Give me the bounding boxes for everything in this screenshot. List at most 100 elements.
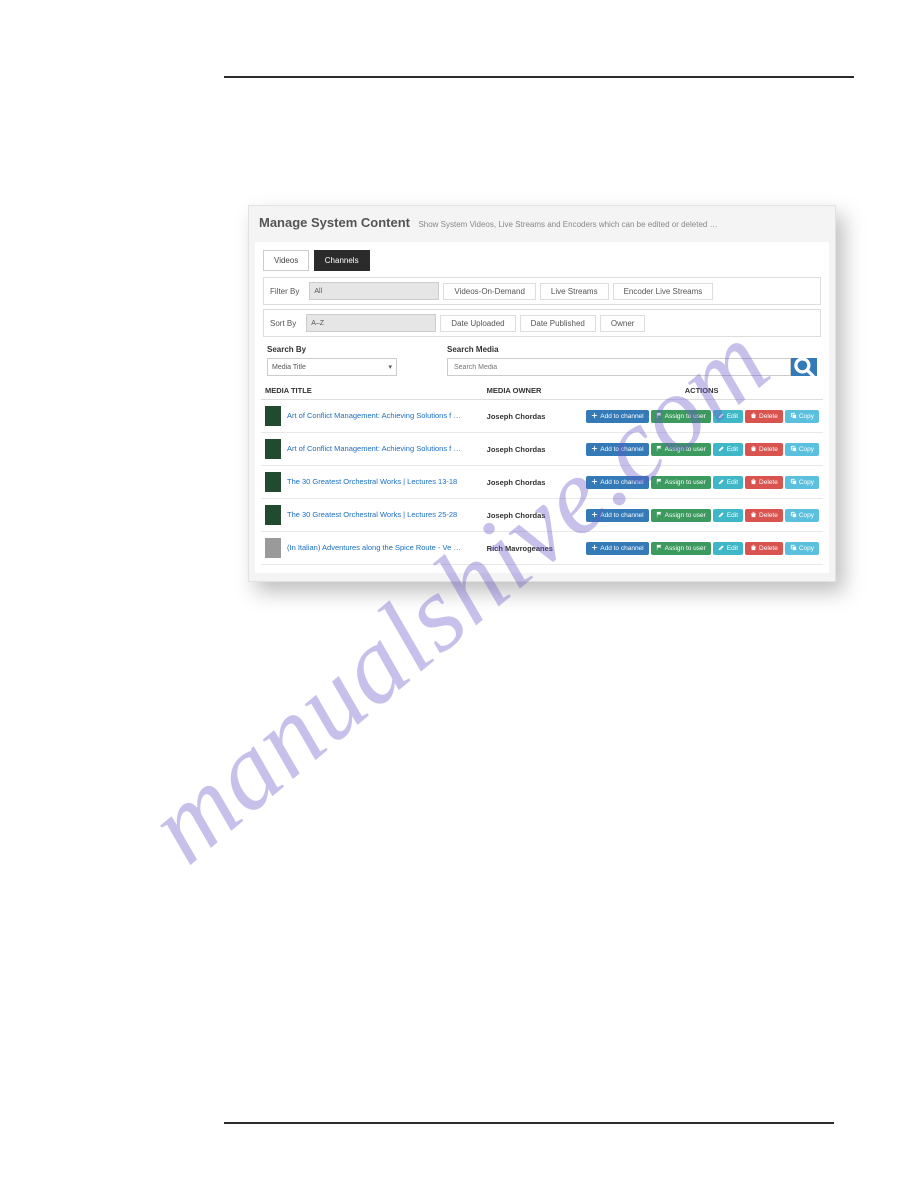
assign-to-user-button[interactable]: Assign to user [651,410,711,423]
sort-owner[interactable]: Owner [600,315,646,332]
flag-icon [656,412,663,421]
table-row: Art of Conflict Management: Achieving So… [261,433,823,466]
copy-icon [790,412,797,421]
delete-button[interactable]: Delete [745,476,783,489]
search-media-label: Search Media [447,345,817,354]
add-to-channel-button[interactable]: Add to channel [586,509,648,522]
add-to-channel-button[interactable]: Add to channel [586,476,648,489]
panel-title: Manage System Content [259,215,410,230]
copy-button[interactable]: Copy [785,410,819,423]
assign-to-user-button[interactable]: Assign to user [651,476,711,489]
content-screenshot: Manage System Content Show System Videos… [248,205,860,582]
copy-button[interactable]: Copy [785,509,819,522]
edit-button[interactable]: Edit [713,410,743,423]
media-thumbnail [265,406,281,426]
add-to-channel-button[interactable]: Add to channel [586,443,648,456]
filter-encoder[interactable]: Encoder Live Streams [613,283,714,300]
filter-by-label: Filter By [270,287,299,296]
media-owner: Joseph Chordas [483,400,581,433]
page-bottom-rule [224,1122,834,1124]
media-title-link[interactable]: The 30 Greatest Orchestral Works | Lectu… [287,510,457,519]
media-owner: Joseph Chordas [483,466,581,499]
panel-subtitle: Show System Videos, Live Streams and Enc… [418,220,717,229]
filter-live[interactable]: Live Streams [540,283,609,300]
table-row: Art of Conflict Management: Achieving So… [261,400,823,433]
assign-to-user-button[interactable]: Assign to user [651,443,711,456]
edit-button[interactable]: Edit [713,509,743,522]
copy-button[interactable]: Copy [785,443,819,456]
copy-button[interactable]: Copy [785,476,819,489]
flag-icon [656,544,663,553]
trash-icon [750,544,757,553]
edit-button[interactable]: Edit [713,443,743,456]
media-title-link[interactable]: Art of Conflict Management: Achieving So… [287,444,461,453]
media-owner: Joseph Chordas [483,499,581,532]
plus-icon [591,412,598,421]
add-to-channel-button[interactable]: Add to channel [586,410,648,423]
media-table: MEDIA TITLE MEDIA OWNER ACTIONS Art of C… [261,382,823,565]
filter-all[interactable]: All [309,282,439,300]
sort-date-uploaded[interactable]: Date Uploaded [440,315,515,332]
search-button[interactable] [791,358,817,376]
search-input[interactable] [447,358,791,376]
flag-icon [656,511,663,520]
trash-icon [750,511,757,520]
table-row: (In Italian) Adventures along the Spice … [261,532,823,565]
assign-to-user-button[interactable]: Assign to user [651,542,711,555]
flag-icon [656,445,663,454]
copy-icon [790,478,797,487]
copy-button[interactable]: Copy [785,542,819,555]
page-top-rule [224,76,854,78]
plus-icon [591,445,598,454]
media-title-link[interactable]: The 30 Greatest Orchestral Works | Lectu… [287,477,457,486]
edit-icon [718,412,725,421]
flag-icon [656,478,663,487]
sort-az[interactable]: A–Z [306,314,436,332]
table-row: The 30 Greatest Orchestral Works | Lectu… [261,466,823,499]
sort-date-published[interactable]: Date Published [520,315,596,332]
edit-icon [718,511,725,520]
col-actions: ACTIONS [580,382,823,400]
delete-button[interactable]: Delete [745,509,783,522]
tab-channels[interactable]: Channels [314,250,370,271]
delete-button[interactable]: Delete [745,542,783,555]
plus-icon [591,544,598,553]
media-thumbnail [265,505,281,525]
table-row: The 30 Greatest Orchestral Works | Lectu… [261,499,823,532]
trash-icon [750,445,757,454]
plus-icon [591,478,598,487]
tab-videos[interactable]: Videos [263,250,309,271]
media-thumbnail [265,472,281,492]
edit-icon [718,478,725,487]
edit-button[interactable]: Edit [713,542,743,555]
assign-to-user-button[interactable]: Assign to user [651,509,711,522]
media-thumbnail [265,439,281,459]
edit-icon [718,445,725,454]
search-by-select[interactable]: Media Title ▾ [267,358,397,376]
media-owner: Joseph Chordas [483,433,581,466]
sort-by-label: Sort By [270,319,296,328]
trash-icon [750,412,757,421]
filter-vod[interactable]: Videos-On-Demand [443,283,536,300]
media-title-link[interactable]: Art of Conflict Management: Achieving So… [287,411,461,420]
col-media-owner: MEDIA OWNER [483,382,581,400]
filter-by-row: Filter By All Videos-On-Demand Live Stre… [263,277,821,305]
search-by-value: Media Title [272,364,306,371]
sort-by-row: Sort By A–Z Date Uploaded Date Published… [263,309,821,337]
copy-icon [790,511,797,520]
media-title-link[interactable]: (In Italian) Adventures along the Spice … [287,543,461,552]
search-by-label: Search By [267,345,417,354]
copy-icon [790,544,797,553]
delete-button[interactable]: Delete [745,410,783,423]
media-owner: Rich Mavrogeanes [483,532,581,565]
delete-button[interactable]: Delete [745,443,783,456]
plus-icon [591,511,598,520]
edit-button[interactable]: Edit [713,476,743,489]
add-to-channel-button[interactable]: Add to channel [586,542,648,555]
media-thumbnail [265,538,281,558]
chevron-down-icon: ▾ [388,363,392,371]
trash-icon [750,478,757,487]
copy-icon [790,445,797,454]
col-media-title: MEDIA TITLE [261,382,483,400]
search-icon [791,354,817,380]
